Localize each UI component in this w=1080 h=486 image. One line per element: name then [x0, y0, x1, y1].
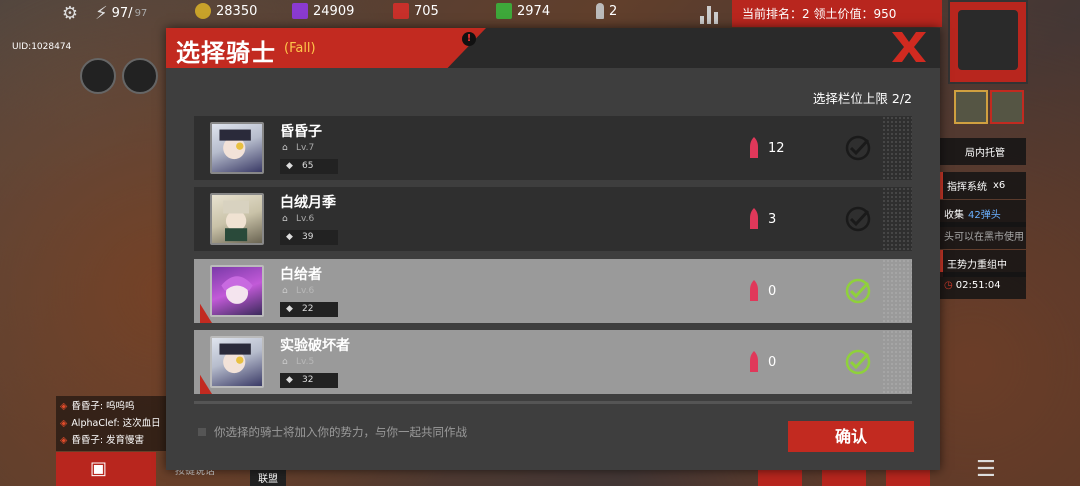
checkmark-icon[interactable]: [844, 134, 872, 162]
footer-checkbox[interactable]: [198, 428, 206, 436]
row-texture: [882, 259, 912, 323]
checkmark-icon[interactable]: [844, 277, 872, 305]
lightning-icon: ⚡: [95, 3, 108, 24]
checkmark-icon[interactable]: [844, 348, 872, 376]
knight-level: Lv.6: [296, 286, 315, 296]
power-icon: ◆: [286, 232, 293, 242]
knight-power: ◆ 65: [280, 159, 338, 174]
card-button[interactable]: [122, 58, 158, 94]
dialog-header: 选择骑士 (Fall) !: [166, 28, 940, 68]
dialog-title: 选择骑士: [176, 39, 276, 67]
knight-level: Lv.6: [296, 214, 315, 224]
knight-portrait: [210, 265, 264, 317]
energy-counter: ⚡ 97/97: [95, 3, 148, 24]
knight-level: Lv.5: [296, 357, 315, 367]
knight-portrait: [210, 122, 264, 174]
level-icon: ⌂: [282, 286, 288, 296]
knight-level: Lv.7: [296, 143, 315, 153]
chat-bubble-icon: ▣: [90, 458, 108, 479]
level-icon: ⌂: [282, 357, 288, 367]
warhead-icon: [596, 3, 604, 19]
power-icon: ◆: [286, 375, 293, 385]
gold-coin-icon: [195, 3, 211, 19]
ore-icon: [393, 3, 409, 19]
knight-power: ◆ 39: [280, 230, 338, 245]
close-icon: [892, 32, 926, 62]
list-divider: [194, 401, 912, 404]
command-system-button[interactable]: 指挥系统 x6: [940, 172, 1026, 199]
knight-slot-2[interactable]: [990, 90, 1024, 124]
chat-line: ◈ 昏昏子: 呜呜呜: [60, 401, 135, 412]
slot-limit: 选择栏位上限 2/2: [812, 91, 912, 106]
user-id: UID:1028474: [12, 42, 72, 52]
power-icon: ◆: [286, 161, 293, 171]
confirm-button[interactable]: 确认: [788, 421, 914, 452]
chat-button[interactable]: ▣: [56, 452, 156, 486]
knight-list[interactable]: 昏昏子 ⌂ Lv.7 ◆ 65 12 白绒月季 ⌂ Lv.6 ◆ 39 3 白给…: [194, 116, 914, 406]
row-texture: [882, 116, 912, 180]
warning-icon[interactable]: !: [462, 32, 476, 46]
level-icon: ⌂: [282, 214, 288, 224]
ranking-chart-icon[interactable]: [700, 4, 724, 24]
ammo-count: 0: [768, 355, 777, 370]
chat-panel[interactable]: ◈ 昏昏子: 呜呜呜 ◈ AlphaClef: 这次血日 ◈ 昏昏子: 发育慢害: [56, 396, 166, 451]
checkmark-icon[interactable]: [844, 205, 872, 233]
avatar-face: [958, 10, 1018, 70]
player-avatar[interactable]: [948, 0, 1028, 84]
knight-portrait: [210, 193, 264, 245]
ammo-counter: 2: [596, 3, 617, 19]
green-resource-counter: 2974: [496, 3, 550, 19]
ammo-count: 0: [768, 284, 777, 299]
footer-hint: 你选择的骑士将加入你的势力，与你一起共同作战: [214, 425, 467, 439]
dialog-subtitle: (Fall): [284, 41, 316, 56]
close-button[interactable]: [890, 30, 928, 64]
auto-manage-button[interactable]: 局内托管: [940, 138, 1026, 165]
clock-icon: ◷: [944, 280, 953, 291]
ammo-count: 3: [768, 212, 777, 227]
knight-name: 实验破坏者: [280, 338, 350, 354]
select-knight-dialog: 选择骑士 (Fall) ! 选择栏位上限 2/2 昏昏子 ⌂ Lv.7 ◆ 65 …: [166, 28, 940, 470]
knight-name: 白给者: [280, 267, 322, 283]
level-icon: ⌂: [282, 143, 288, 153]
crystal-icon: [292, 3, 308, 19]
knight-name: 昏昏子: [280, 124, 322, 140]
knight-row[interactable]: 昏昏子 ⌂ Lv.7 ◆ 65 12: [194, 116, 912, 180]
menu-icon[interactable]: ☰: [976, 458, 1006, 482]
union-tab[interactable]: 联盟: [250, 468, 286, 486]
knight-row-selected[interactable]: 白给者 ⌂ Lv.6 ◆ 22 0: [194, 259, 912, 323]
warhead-icon: [750, 137, 758, 158]
countdown-timer: ◷ 02:51:04: [940, 272, 1026, 299]
knight-name: 白绒月季: [280, 195, 336, 211]
row-texture: [882, 187, 912, 251]
compass-button[interactable]: [80, 58, 116, 94]
market-hint: 头可以在黑市使用: [940, 222, 1026, 249]
warhead-icon: [750, 208, 758, 229]
warhead-icon: [750, 351, 758, 372]
ore-counter: 705: [393, 3, 439, 19]
warhead-icon: [750, 280, 758, 301]
chat-line: ◈ 昏昏子: 发育慢害: [60, 435, 145, 446]
knight-power: ◆ 32: [280, 373, 338, 388]
knight-row[interactable]: 白绒月季 ⌂ Lv.6 ◆ 39 3: [194, 187, 912, 251]
knight-portrait: [210, 336, 264, 388]
chat-line: ◈ AlphaClef: 这次血日: [60, 418, 161, 429]
gold-counter: 28350: [195, 3, 257, 19]
knight-row-selected[interactable]: 实验破坏者 ⌂ Lv.5 ◆ 32 0: [194, 330, 912, 394]
crystal-counter: 24909: [292, 3, 354, 19]
knight-power: ◆ 22: [280, 302, 338, 317]
settings-gear-icon[interactable]: ⚙: [60, 4, 80, 24]
row-texture: [882, 330, 912, 394]
green-box-icon: [496, 3, 512, 19]
power-icon: ◆: [286, 304, 293, 314]
knight-slot-1[interactable]: [954, 90, 988, 124]
ammo-count: 12: [768, 141, 785, 156]
rank-info: 当前排名：2 领土价值：950: [732, 0, 942, 27]
